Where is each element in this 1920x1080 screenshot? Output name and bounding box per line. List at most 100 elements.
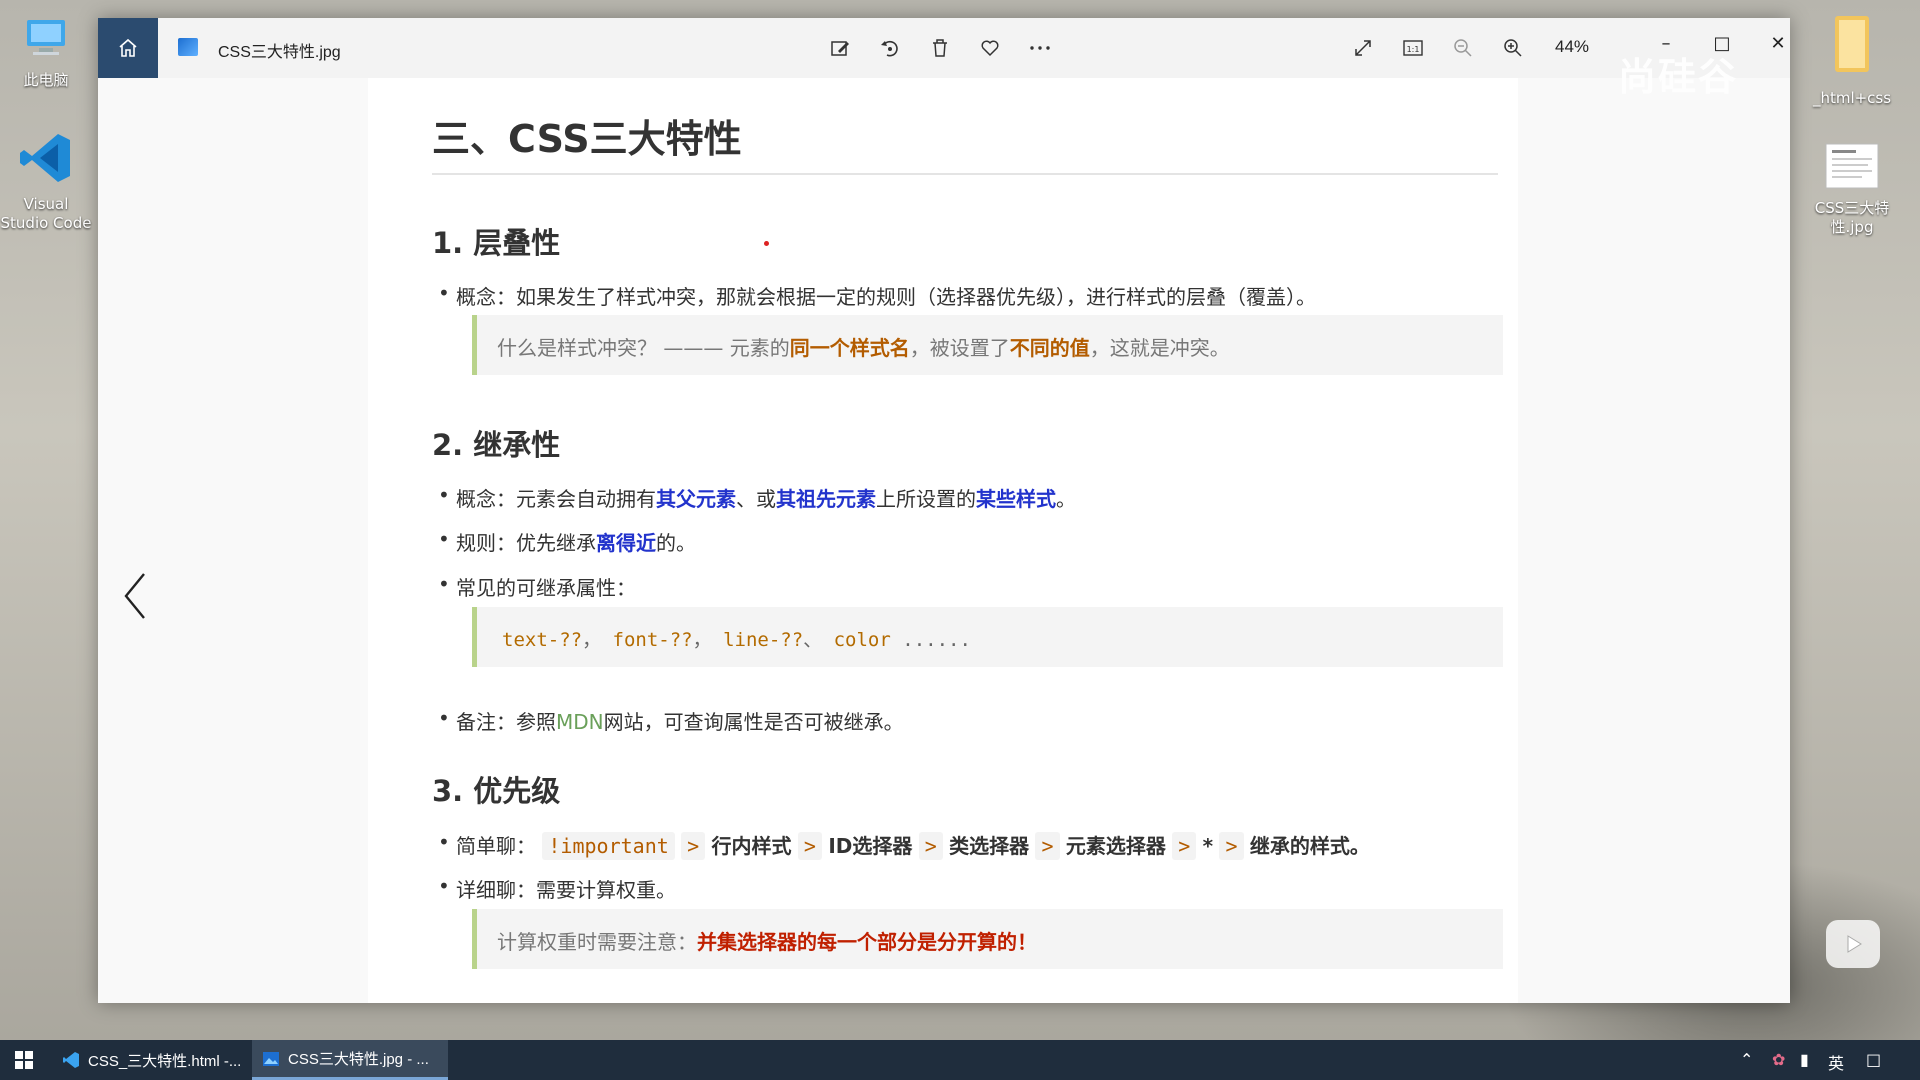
item-label: 概念： — [456, 285, 516, 309]
item-text: 如果发生了样式冲突，那就会根据一定的规则（选择器优先级），进行样式的层叠（覆盖）… — [516, 285, 1316, 309]
list-item: 简单聊： !important > 行内样式 > ID选择器 > 类选择器 > … — [438, 830, 1370, 860]
desktop-icon-label: Visual Studio Code — [0, 195, 92, 232]
desktop-icon-label: 此电脑 — [23, 71, 69, 89]
section-heading: 2. 继承性 — [432, 428, 561, 462]
flower-icon: ✿ — [1772, 1050, 1786, 1069]
close-icon: ✕ — [1770, 32, 1786, 54]
highlight: 不同的值 — [1009, 336, 1090, 360]
document-image: 三、CSS三大特性 1. 层叠性 概念：如果发生了样式冲突，那就会根据一定的规则… — [368, 78, 1518, 1003]
title-bar: CSS三大特性.jpg 1:1 44% – □ ✕ — [98, 18, 1790, 78]
notification-button[interactable]: □ — [1866, 1050, 1881, 1069]
fullscreen-button[interactable] — [1348, 33, 1378, 63]
text-run: 元素会自动拥有 — [516, 487, 656, 511]
quote-text: 什么是样式冲突？ ——— 元素的同一个样式名，被设置了不同的值，这就是冲突。 — [497, 332, 1230, 361]
item-label: 概念： — [456, 487, 516, 511]
priority-item: * — [1202, 834, 1214, 858]
taskbar-item-photos[interactable]: CSS三大特性.jpg - ... — [252, 1040, 448, 1080]
item-text: 需要计算权重。 — [536, 878, 676, 902]
text-run: 什么是样式冲突？ ——— 元素的 — [497, 336, 790, 360]
item-label: 备注： — [456, 710, 516, 734]
quote-text: 计算权重时需要注意：并集选择器的每一个部分是分开算的！ — [497, 926, 1037, 955]
highlight: 并集选择器的每一个部分是分开算的！ — [697, 930, 1037, 954]
rotate-button[interactable] — [875, 33, 905, 63]
code-token: text-?? — [502, 629, 583, 651]
desktop-icon-label: CSS三大特性.jpg — [1814, 199, 1890, 236]
favorite-button[interactable] — [975, 33, 1005, 63]
desktop-icon-label: _html+css — [1812, 89, 1892, 107]
blockquote: 计算权重时需要注意：并集选择器的每一个部分是分开算的！ — [472, 909, 1503, 969]
expand-icon — [1355, 40, 1371, 56]
highlight: 同一个样式名 — [789, 336, 910, 360]
gt-sign: > — [1219, 832, 1244, 860]
image-viewer: 三、CSS三大特性 1. 层叠性 概念：如果发生了样式冲突，那就会根据一定的规则… — [98, 78, 1790, 1003]
vscode-icon — [63, 1052, 79, 1068]
actual-size-button[interactable]: 1:1 — [1398, 33, 1428, 63]
vscode-icon — [0, 130, 92, 191]
list-item: 详细聊：需要计算权重。 — [438, 874, 676, 903]
divider — [432, 173, 1498, 175]
code-token: color — [833, 629, 891, 651]
chevron-up-icon: ⌃ — [1740, 1050, 1754, 1069]
zoom-out-button[interactable] — [1448, 33, 1478, 63]
zoom-in-button[interactable] — [1498, 33, 1528, 63]
desktop-icon-vscode[interactable]: Visual Studio Code — [0, 130, 92, 233]
highlight: 某些样式 — [976, 487, 1056, 511]
list-item: 规则：优先继承离得近的。 — [438, 527, 696, 556]
list-item: 备注：参照MDN网站，可查询属性是否可被继承。 — [438, 706, 904, 735]
desktop-icon-image-file[interactable]: CSS三大特性.jpg — [1806, 142, 1898, 237]
close-button[interactable]: ✕ — [1760, 28, 1796, 58]
text-run: 、或 — [736, 487, 776, 511]
code-token: line-?? — [723, 629, 804, 651]
previous-image-button[interactable] — [116, 566, 156, 626]
text-run: 。 — [1056, 487, 1076, 511]
taskbar-item-label: CSS三大特性.jpg - ... — [288, 1051, 429, 1068]
rotate-icon — [881, 40, 898, 57]
section-heading: 1. 层叠性 — [432, 226, 561, 260]
priority-item: 类选择器 — [949, 834, 1030, 858]
section-heading: 3. 优先级 — [432, 774, 561, 808]
highlight: 其祖先元素 — [776, 487, 876, 511]
item-text: 常见的可继承属性： — [456, 576, 636, 600]
desktop-icon-this-pc[interactable]: 此电脑 — [0, 12, 92, 90]
delete-button[interactable] — [925, 33, 955, 63]
taskbar-item-vscode[interactable]: CSS_三大特性.html -... — [52, 1040, 248, 1080]
list-item: 常见的可继承属性： — [438, 572, 636, 601]
gt-sign: > — [1035, 832, 1060, 860]
image-file-icon — [1806, 142, 1898, 195]
ime-indicator[interactable]: 英 — [1828, 1050, 1844, 1074]
edit-button[interactable] — [825, 33, 855, 63]
tray-app-icon[interactable]: ✿ — [1772, 1050, 1785, 1069]
start-button[interactable] — [0, 1040, 48, 1080]
taskbar-item-label: CSS_三大特性.html -... — [88, 1052, 242, 1070]
zoom-level[interactable]: 44% — [1555, 37, 1589, 57]
gt-sign: > — [918, 832, 943, 860]
show-hidden-icons-button[interactable]: ⌃ — [1740, 1050, 1753, 1069]
code-token: font-?? — [612, 629, 693, 651]
text-run: 网站，可查询属性是否可被继承。 — [603, 710, 904, 734]
inline-code: !important — [542, 832, 675, 860]
zoom-out-icon — [1454, 39, 1472, 57]
home-button[interactable] — [98, 18, 158, 78]
text-run: ，被设置了 — [909, 336, 1010, 360]
play-icon — [1847, 935, 1862, 953]
more-button[interactable] — [1025, 33, 1055, 63]
taskbar: CSS_三大特性.html -... CSS三大特性.jpg - ... ⌃ ✿… — [0, 1040, 1920, 1080]
edit-image-icon — [831, 41, 849, 56]
text-run: 参照 — [516, 710, 556, 734]
chevron-left-icon — [124, 573, 145, 619]
file-name: CSS三大特性.jpg — [218, 44, 341, 61]
priority-item: 行内样式 — [711, 834, 792, 858]
photos-icon — [263, 1051, 279, 1066]
text-run: 计算权重时需要注意： — [497, 930, 697, 954]
desktop-icon-folder[interactable]: _html+css — [1806, 10, 1898, 108]
photos-window: CSS三大特性.jpg 1:1 44% – □ ✕ 三、CSS三大特性 1. 层… — [98, 18, 1790, 1003]
video-play-button[interactable] — [1826, 920, 1880, 968]
highlight: 离得近 — [596, 531, 656, 555]
priority-item: 继承的样式。 — [1249, 834, 1370, 858]
battery-button[interactable]: ▮ — [1800, 1050, 1809, 1069]
svg-text:1:1: 1:1 — [1407, 45, 1420, 54]
gt-sign: > — [681, 832, 706, 860]
trash-icon — [933, 39, 947, 57]
code-block: text-??， font-??， line-??、 color ...... — [472, 607, 1503, 667]
more-icon — [1030, 46, 1050, 50]
